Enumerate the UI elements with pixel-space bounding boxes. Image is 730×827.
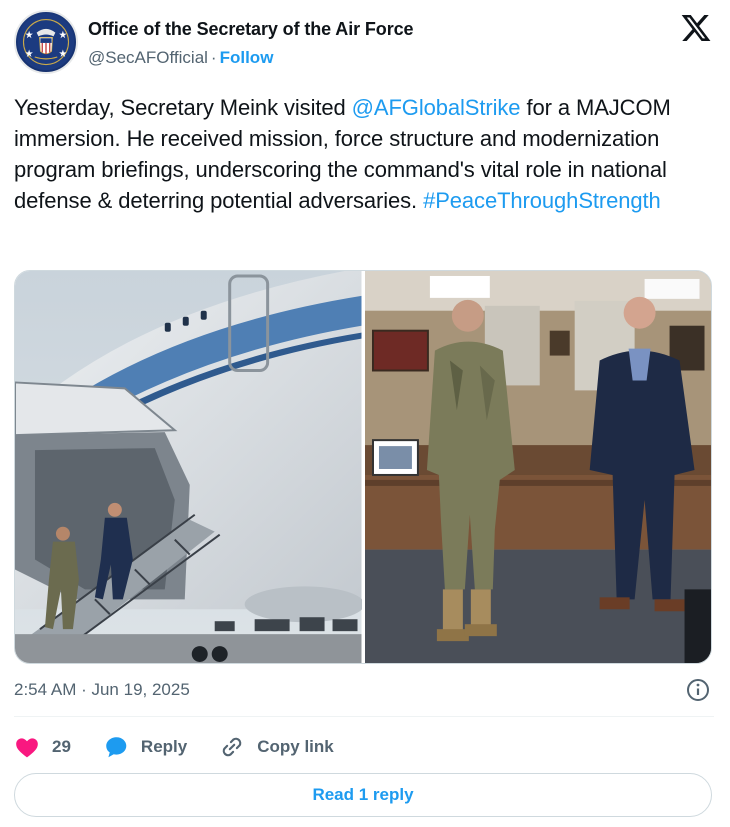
- action-bar: 29 Reply Copy link: [14, 730, 366, 764]
- reply-label: Reply: [140, 737, 188, 756]
- author-name[interactable]: Office of the Secretary of the Air Force: [88, 19, 414, 40]
- link-icon: [219, 734, 245, 760]
- reply-button[interactable]: Reply: [103, 734, 187, 760]
- copy-link-button[interactable]: Copy link: [219, 734, 334, 760]
- read-replies-button[interactable]: Read 1 reply: [14, 773, 712, 817]
- media-grid: [14, 270, 712, 664]
- x-logo-icon[interactable]: [680, 12, 712, 44]
- post-header: Office of the Secretary of the Air Force…: [14, 10, 716, 76]
- avatar[interactable]: [14, 10, 78, 74]
- info-icon[interactable]: [686, 678, 710, 702]
- author-handle[interactable]: @SecAFOfficial: [88, 48, 208, 67]
- like-count: 29: [52, 737, 71, 756]
- post-text: Yesterday, Secretary Meink visited @AFGl…: [14, 92, 714, 216]
- like-button[interactable]: 29: [14, 734, 71, 760]
- photo-office-meeting[interactable]: [364, 271, 711, 663]
- copy-link-label: Copy link: [257, 737, 334, 756]
- office-meeting-photo: [364, 271, 711, 663]
- post-text-start: Yesterday, Secretary Meink visited: [14, 95, 352, 120]
- hashtag-link[interactable]: #PeaceThroughStrength: [423, 188, 661, 213]
- mention-link[interactable]: @AFGlobalStrike: [352, 95, 521, 120]
- follow-button[interactable]: Follow: [220, 48, 274, 67]
- heart-icon: [14, 734, 40, 760]
- photo-aircraft-boarding[interactable]: [15, 271, 362, 663]
- aircraft-boarding-photo: [15, 271, 362, 663]
- divider: [14, 716, 714, 717]
- reply-bubble-icon: [103, 734, 129, 760]
- handle-separator: ·: [210, 48, 217, 67]
- post-timestamp[interactable]: 2:54 AM · Jun 19, 2025: [14, 680, 190, 700]
- handle-row: @SecAFOfficial · Follow: [88, 48, 273, 68]
- air-force-seal-icon: [17, 13, 75, 71]
